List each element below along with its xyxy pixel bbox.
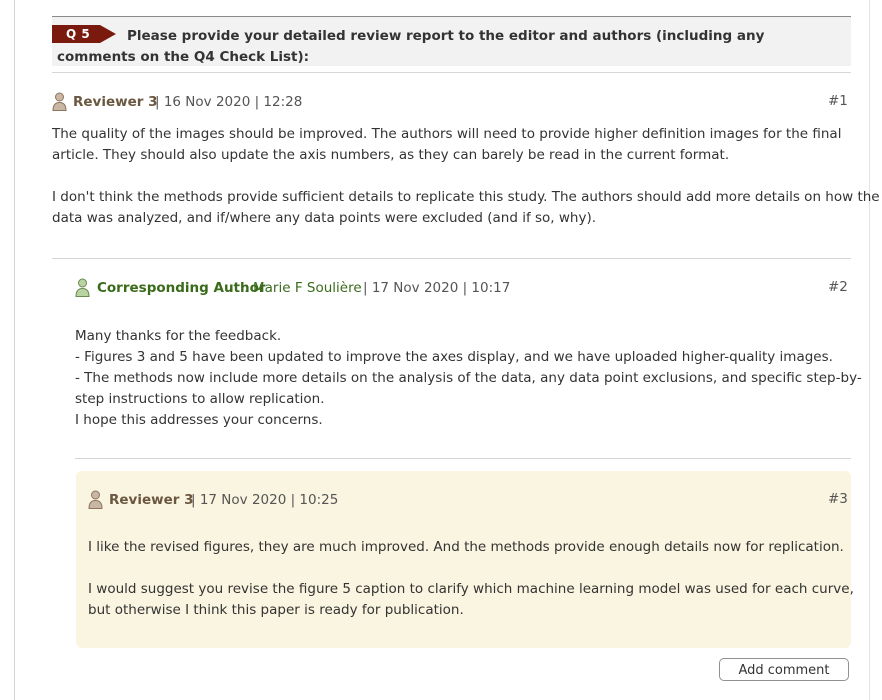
- comment-body: Many thanks for the feedback. - Figures …: [75, 328, 862, 428]
- author-separator: :: [244, 280, 249, 296]
- comment-date: | 16 Nov 2020 | 12:28: [155, 94, 303, 110]
- comment-paragraph: I don't think the methods provide suffic…: [52, 189, 880, 226]
- comment-date: | 17 Nov 2020 | 10:17: [363, 280, 511, 296]
- question-header: Q 5 Please provide your detailed review …: [52, 16, 851, 66]
- comment-paragraph: I like the revised figures, they are muc…: [88, 539, 844, 555]
- author-person-icon: [75, 278, 90, 297]
- page-border-left: [14, 0, 15, 700]
- reviewer-person-icon: [88, 490, 103, 509]
- header-divider: [52, 72, 851, 73]
- comment-paragraph: I would suggest you revise the figure 5 …: [88, 581, 854, 618]
- reviewer-name: Reviewer 3: [73, 94, 158, 110]
- comment-divider: [75, 458, 851, 459]
- comment-date: | 17 Nov 2020 | 10:25: [191, 492, 339, 508]
- comment-divider: [52, 258, 851, 259]
- comment-number: #2: [828, 279, 848, 295]
- reviewer-name: Reviewer 3: [109, 492, 194, 508]
- author-role: Corresponding Author: [97, 280, 266, 296]
- comment-number: #1: [828, 93, 848, 109]
- comment-paragraph: The quality of the images should be impr…: [52, 126, 842, 163]
- reviewer-person-icon: [52, 92, 67, 111]
- add-comment-button[interactable]: Add comment: [719, 658, 849, 681]
- question-title: Please provide your detailed review repo…: [57, 28, 765, 65]
- author-name: Marie F Soulière: [253, 280, 362, 296]
- page-border-right: [869, 0, 870, 700]
- comment-number: #3: [828, 491, 848, 507]
